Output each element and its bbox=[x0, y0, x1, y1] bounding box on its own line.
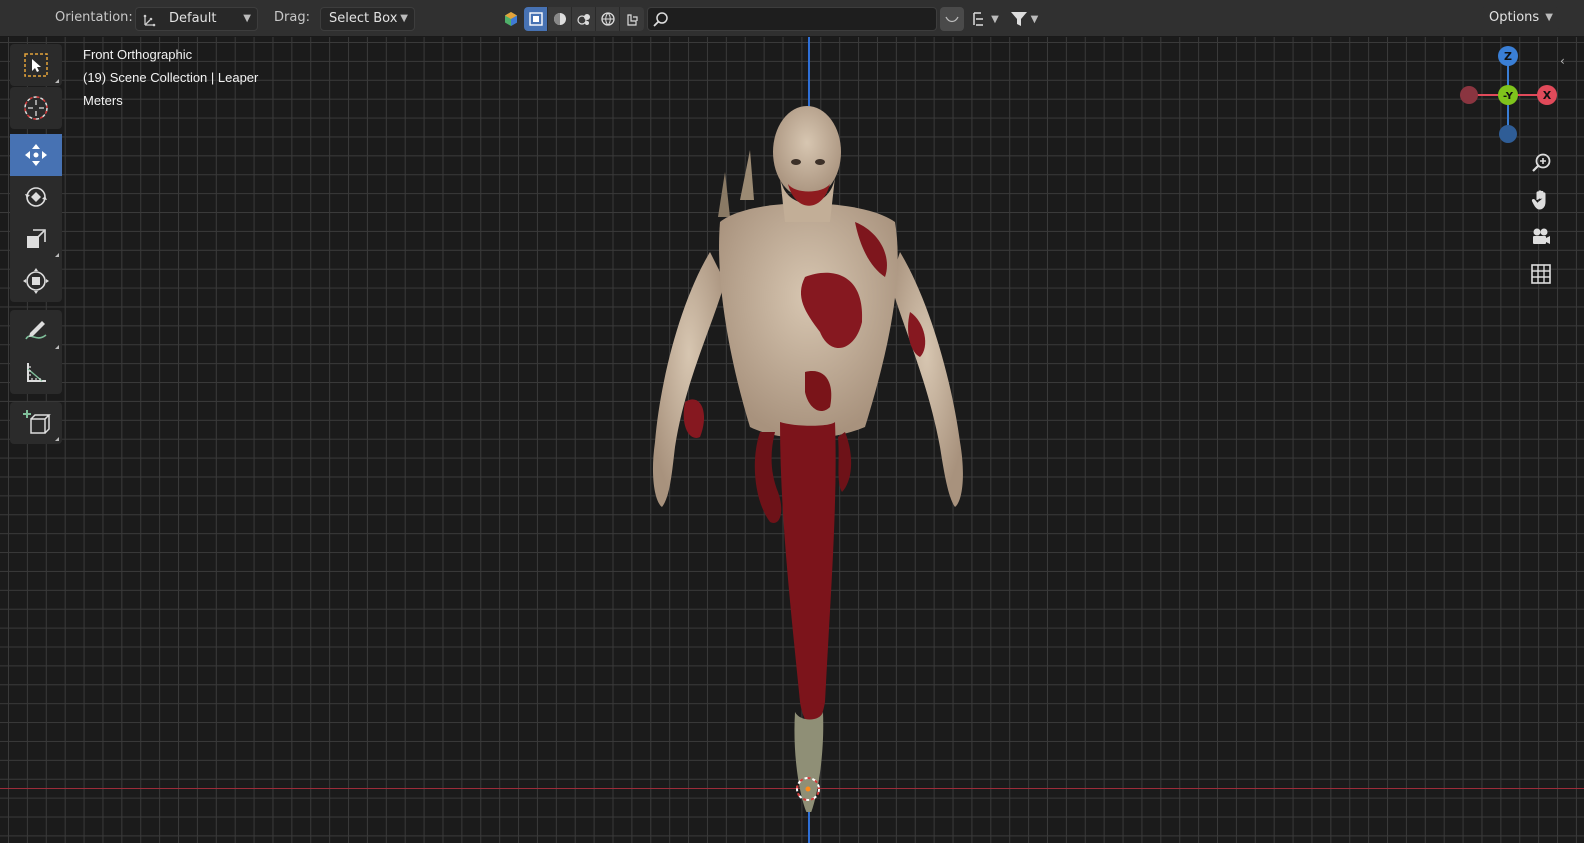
orientation-label: Orientation: bbox=[55, 10, 133, 25]
move-icon bbox=[25, 144, 47, 166]
curve-toggle-icon[interactable] bbox=[940, 7, 964, 31]
transform-tool[interactable] bbox=[10, 260, 62, 302]
zoom-view-button[interactable] bbox=[1526, 148, 1556, 178]
orientation-dropdown[interactable]: Default ▼ bbox=[135, 7, 258, 31]
orthographic-toggle-button[interactable] bbox=[1526, 259, 1556, 289]
selection-tools-group bbox=[10, 44, 62, 86]
orientation-value: Default bbox=[169, 11, 217, 26]
hierarchy-icon bbox=[973, 12, 984, 26]
solid-shading-icon[interactable] bbox=[548, 7, 572, 31]
cursor-tool[interactable] bbox=[10, 87, 62, 129]
annotate-tool[interactable] bbox=[10, 310, 62, 352]
selectable-icon[interactable] bbox=[500, 8, 522, 30]
transform-tools-group bbox=[10, 134, 62, 302]
search-input[interactable] bbox=[674, 10, 929, 28]
options-dropdown[interactable]: Options ▼ bbox=[1481, 7, 1559, 31]
object-select-icon[interactable] bbox=[524, 7, 548, 31]
chevron-down-icon: ▼ bbox=[243, 13, 251, 24]
gizmo-x-label: X bbox=[1543, 89, 1552, 102]
view-name: Front Orthographic bbox=[83, 47, 193, 62]
corner-indicator bbox=[55, 79, 59, 83]
cursor-icon bbox=[24, 96, 48, 120]
select-box-tool[interactable] bbox=[10, 44, 62, 86]
transform-icon bbox=[23, 268, 49, 294]
drag-dropdown[interactable]: Select Box ▼ bbox=[320, 7, 415, 31]
3d-viewport[interactable]: Front Orthographic (19) Scene Collection… bbox=[0, 37, 1584, 843]
material-preview-icon[interactable] bbox=[572, 7, 596, 31]
drag-label: Drag: bbox=[274, 10, 310, 25]
pan-view-button[interactable] bbox=[1526, 185, 1556, 215]
add-cube-tool[interactable] bbox=[10, 402, 62, 444]
outliner-display-dropdown[interactable]: ▼ bbox=[966, 7, 1004, 31]
camera-view-button[interactable] bbox=[1526, 222, 1556, 252]
drag-value: Select Box bbox=[329, 11, 398, 26]
creature-model[interactable] bbox=[630, 82, 990, 812]
gizmo-x-negative[interactable] bbox=[1460, 86, 1478, 104]
corner-indicator bbox=[55, 345, 59, 349]
hand-icon bbox=[1531, 190, 1546, 210]
move-tool[interactable] bbox=[10, 134, 62, 176]
gizmo-y-label: -Y bbox=[1503, 91, 1514, 102]
filter-icon bbox=[1010, 12, 1027, 26]
cursor-tool-group bbox=[10, 87, 62, 129]
annotate-tools-group bbox=[10, 310, 62, 394]
scale-icon bbox=[27, 229, 46, 248]
grid-icon bbox=[1531, 264, 1551, 284]
select-box-icon bbox=[24, 53, 48, 77]
chevron-down-icon: ▼ bbox=[991, 13, 999, 25]
gizmo-z-negative[interactable] bbox=[1499, 125, 1517, 143]
options-label: Options bbox=[1489, 10, 1540, 25]
zoom-icon bbox=[1532, 153, 1551, 172]
axes-icon bbox=[142, 12, 158, 36]
search-field[interactable] bbox=[647, 7, 937, 31]
camera-icon bbox=[1533, 228, 1550, 244]
chevron-down-icon: ▼ bbox=[1545, 12, 1553, 23]
annotate-icon bbox=[25, 321, 47, 340]
sidebar-expand-icon[interactable]: ‹ bbox=[1560, 54, 1565, 68]
lamp-icon[interactable] bbox=[620, 7, 644, 31]
add-cube-icon bbox=[23, 410, 51, 434]
gizmo-z-label: Z bbox=[1504, 50, 1512, 63]
rotate-tool[interactable] bbox=[10, 176, 62, 218]
chevron-down-icon: ▼ bbox=[1030, 13, 1039, 25]
corner-indicator bbox=[55, 437, 59, 441]
3d-cursor-icon[interactable] bbox=[794, 775, 822, 803]
scale-tool[interactable] bbox=[10, 218, 62, 260]
rendered-shading-icon[interactable] bbox=[596, 7, 620, 31]
unit-system: Meters bbox=[83, 93, 123, 108]
navigation-gizmo[interactable]: Z -Y X bbox=[1450, 44, 1570, 154]
chevron-down-icon: ▼ bbox=[400, 13, 408, 24]
filter-dropdown[interactable]: ▼ bbox=[1004, 7, 1044, 31]
measure-icon bbox=[27, 363, 46, 382]
measure-tool[interactable] bbox=[10, 352, 62, 394]
collection-info: (19) Scene Collection | Leaper bbox=[83, 70, 259, 85]
search-icon bbox=[653, 12, 668, 27]
filter-buttons bbox=[524, 7, 644, 31]
add-tools-group bbox=[10, 402, 62, 444]
viewport-header: Orientation: Default ▼ Drag: Select Box … bbox=[0, 0, 1584, 37]
rotate-icon bbox=[25, 187, 47, 207]
corner-indicator bbox=[55, 253, 59, 257]
